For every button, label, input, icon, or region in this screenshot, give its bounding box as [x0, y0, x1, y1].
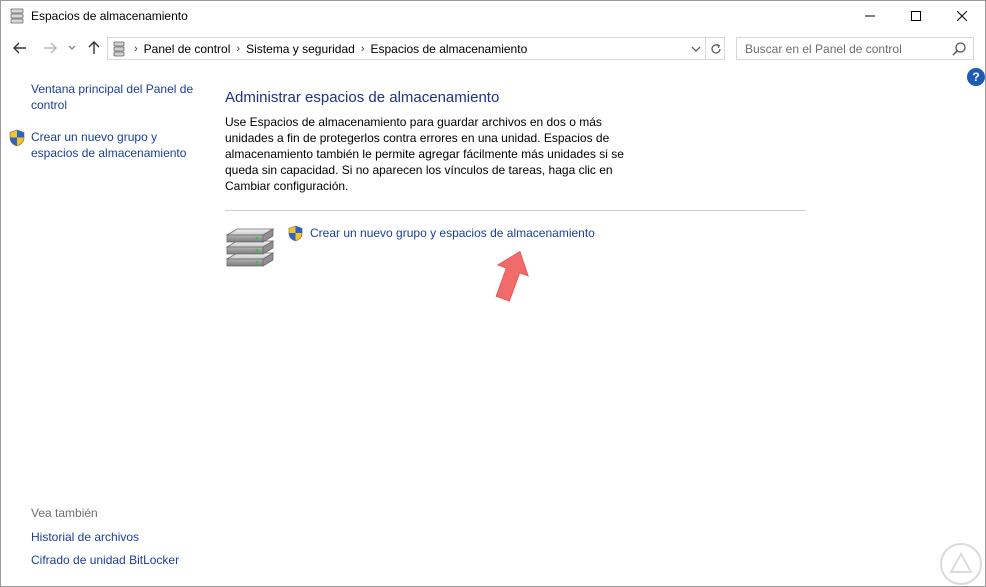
breadcrumb: › Panel de control › Sistema y seguridad… [128, 38, 527, 59]
page-description: Use Espacios de almacenamiento para guar… [225, 115, 624, 193]
page-title: Administrar espacios de almacenamiento [225, 89, 500, 106]
create-pool-side-link[interactable]: Crear un nuevo grupo y espacios de almac… [31, 129, 201, 161]
maximize-button[interactable] [893, 1, 939, 31]
address-dropdown-button[interactable] [688, 41, 704, 57]
search-input[interactable] [737, 38, 947, 59]
storage-spaces-icon [10, 8, 24, 24]
window-title: Espacios de almacenamiento [31, 9, 188, 23]
maximize-icon [911, 11, 921, 21]
storage-spaces-icon [113, 41, 125, 57]
help-button[interactable]: ? [967, 68, 985, 86]
back-arrow-icon [13, 42, 26, 54]
chevron-down-icon [691, 46, 701, 52]
up-arrow-icon [88, 41, 100, 54]
minimize-button[interactable] [847, 1, 893, 31]
annotation-arrow-icon [495, 250, 529, 302]
watermark-logo [940, 543, 982, 585]
breadcrumb-storage-spaces[interactable]: Espacios de almacenamiento [370, 42, 527, 56]
control-panel-home-link[interactable]: Ventana principal del Panel de control [31, 81, 201, 113]
file-history-link[interactable]: Historial de archivos [31, 529, 139, 545]
breadcrumb-control-panel[interactable]: Panel de control [144, 42, 231, 56]
breadcrumb-system-security[interactable]: Sistema y seguridad [246, 42, 355, 56]
left-pane: Ventana principal del Panel de control C… [1, 63, 206, 586]
divider [225, 210, 806, 211]
search-box[interactable] [736, 37, 974, 60]
control-panel-window: Espacios de almacenamiento › Panel de co… [0, 0, 986, 587]
see-also-heading: Vea también [31, 506, 98, 520]
minimize-icon [865, 15, 875, 17]
address-bar[interactable]: › Panel de control › Sistema y seguridad… [107, 37, 725, 60]
back-button[interactable] [9, 38, 31, 58]
search-icon[interactable] [951, 41, 967, 57]
create-pool-link[interactable]: Crear un nuevo grupo y espacios de almac… [310, 226, 595, 240]
breadcrumb-separator[interactable]: › [134, 43, 138, 55]
chevron-down-icon [68, 45, 76, 50]
uac-shield-icon [9, 129, 25, 147]
recent-locations-button[interactable] [65, 38, 79, 58]
close-icon [957, 11, 967, 21]
close-button[interactable] [939, 1, 985, 31]
title-bar: Espacios de almacenamiento [1, 1, 985, 32]
navigation-bar: › Panel de control › Sistema y seguridad… [1, 34, 985, 62]
breadcrumb-separator[interactable]: › [361, 43, 365, 55]
forward-arrow-icon [44, 42, 57, 54]
forward-button[interactable] [39, 38, 61, 58]
bitlocker-link[interactable]: Cifrado de unidad BitLocker [31, 552, 179, 568]
uac-shield-icon [288, 225, 303, 242]
up-button[interactable] [84, 38, 104, 58]
breadcrumb-separator[interactable]: › [236, 43, 240, 55]
refresh-icon [710, 43, 721, 53]
refresh-button[interactable] [705, 38, 725, 59]
help-icon: ? [972, 70, 980, 84]
storage-pool-icon [225, 228, 275, 267]
